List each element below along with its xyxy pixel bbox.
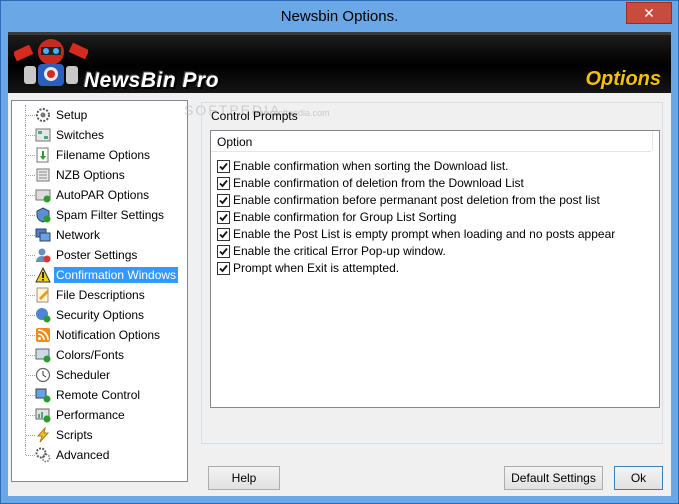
checkmark-icon xyxy=(219,247,228,256)
tree-item-spam-filter-settings[interactable]: Spam Filter Settings xyxy=(12,205,182,225)
rss-icon xyxy=(36,328,50,342)
control-prompts-group: Control Prompts Option Enable confirmati… xyxy=(201,102,663,444)
checkmark-icon xyxy=(219,230,228,239)
colors-fonts-icon xyxy=(35,348,51,363)
tree-item-notification-options[interactable]: Notification Options xyxy=(12,325,182,345)
network-icon xyxy=(35,228,51,242)
file-descriptions-icon xyxy=(36,287,49,303)
options-tree[interactable]: Setup Switches Filename Options NZB Options… xyxy=(11,100,188,482)
checkmark-icon xyxy=(219,213,228,222)
tree-item-scheduler[interactable]: Scheduler xyxy=(12,365,182,385)
tree-item-poster-settings[interactable]: Poster Settings xyxy=(12,245,182,265)
option-checkbox[interactable] xyxy=(217,211,230,224)
close-button[interactable]: ✕ xyxy=(626,2,672,24)
tree-item-autopar-options[interactable]: AutoPAR Options xyxy=(12,185,182,205)
option-label: Enable the Post List is empty prompt whe… xyxy=(233,227,616,241)
tree-item-label: Advanced xyxy=(56,448,110,462)
client-area: NewsBin Pro Options Setup Switches Filenam… xyxy=(8,32,671,496)
list-header[interactable]: Option xyxy=(211,131,653,152)
option-label: Prompt when Exit is attempted. xyxy=(233,261,400,275)
tree-item-remote-control[interactable]: Remote Control xyxy=(12,385,182,405)
tree-item-security-options[interactable]: Security Options xyxy=(12,305,182,325)
warning-icon xyxy=(35,267,51,283)
advanced-gear-icon xyxy=(35,447,51,463)
tree-item-label: Poster Settings xyxy=(56,248,138,262)
brand-logo-text: NewsBin Pro xyxy=(84,69,220,92)
help-button[interactable]: Help xyxy=(208,466,280,490)
default-settings-button[interactable]: Default Settings xyxy=(504,466,603,490)
tree-item-label: Network xyxy=(56,228,101,242)
tree-item-label: NZB Options xyxy=(56,168,125,182)
banner: NewsBin Pro Options xyxy=(8,32,671,93)
option-checkbox[interactable] xyxy=(217,160,230,173)
window-title: Newsbin Options. xyxy=(280,8,399,25)
tree-item-label: Confirmation Windows xyxy=(54,267,179,283)
tree-item-label: Remote Control xyxy=(56,388,141,402)
filename-icon xyxy=(36,147,49,163)
options-list[interactable]: Option Enable confirmation when sorting … xyxy=(210,130,660,408)
tree-item-label: Scheduler xyxy=(56,368,111,382)
tree-item-label: File Descriptions xyxy=(56,288,145,302)
security-icon xyxy=(36,308,51,323)
tree-item-nzb-options[interactable]: NZB Options xyxy=(12,165,182,185)
title-bar[interactable]: Newsbin Options. ✕ xyxy=(1,1,678,32)
nzb-icon xyxy=(36,168,50,182)
tree-item-label: AutoPAR Options xyxy=(56,188,150,202)
tree-item-filename-options[interactable]: Filename Options xyxy=(12,145,182,165)
section-title: Options xyxy=(585,68,661,90)
tree-item-network[interactable]: Network xyxy=(12,225,182,245)
option-label: Enable confirmation before permanant pos… xyxy=(233,193,600,207)
tree-item-label: Scripts xyxy=(56,428,93,442)
tree-item-label: Filename Options xyxy=(56,148,151,162)
tree-item-file-descriptions[interactable]: File Descriptions xyxy=(12,285,182,305)
option-checkbox[interactable] xyxy=(217,194,230,207)
robot-mascot-icon xyxy=(14,39,88,86)
group-label: Control Prompts xyxy=(211,109,298,123)
tree-item-performance[interactable]: Performance xyxy=(12,405,182,425)
tree-item-label: Colors/Fonts xyxy=(56,348,125,362)
ok-button[interactable]: Ok xyxy=(614,466,663,490)
option-label: Enable confirmation for Group List Sorti… xyxy=(233,210,457,224)
option-label: Enable confirmation when sorting the Dow… xyxy=(233,159,509,173)
switches-icon xyxy=(35,128,51,142)
tree-item-label: Performance xyxy=(56,408,125,422)
clock-icon xyxy=(35,367,51,383)
spam-filter-icon xyxy=(36,207,51,223)
checkmark-icon xyxy=(219,179,228,188)
tree-item-advanced[interactable]: Advanced xyxy=(12,445,182,465)
tree-item-label: Notification Options xyxy=(56,328,161,342)
checkmark-icon xyxy=(219,162,228,171)
gear-icon xyxy=(36,108,50,122)
options-window: Newsbin Options. ✕ NewsBin Pro Options S… xyxy=(0,0,679,504)
tree-item-setup[interactable]: Setup xyxy=(12,105,182,125)
checkmark-icon xyxy=(219,264,228,273)
tree-item-label: Spam Filter Settings xyxy=(56,208,165,222)
option-checkbox[interactable] xyxy=(217,262,230,275)
remote-control-icon xyxy=(35,388,51,403)
performance-icon xyxy=(35,408,51,423)
option-label: Enable the critical Error Pop-up window. xyxy=(233,244,446,258)
tree-item-switches[interactable]: Switches xyxy=(12,125,182,145)
autopar-icon xyxy=(35,189,51,203)
poster-icon xyxy=(36,248,51,263)
checkmark-icon xyxy=(219,196,228,205)
tree-item-label: Switches xyxy=(56,128,105,142)
column-header-option[interactable]: Option xyxy=(217,135,252,149)
option-checkbox[interactable] xyxy=(217,228,230,241)
option-label: Enable confirmation of deletion from the… xyxy=(233,176,524,190)
tree-item-colors-fonts[interactable]: Colors/Fonts xyxy=(12,345,182,365)
tree-item-confirmation-windows[interactable]: Confirmation Windows xyxy=(12,265,182,285)
tree-item-scripts[interactable]: Scripts xyxy=(12,425,182,445)
option-checkbox[interactable] xyxy=(217,177,230,190)
lightning-icon xyxy=(36,427,50,443)
tree-item-label: Security Options xyxy=(56,308,145,322)
tree-item-label: Setup xyxy=(56,108,88,122)
option-checkbox[interactable] xyxy=(217,245,230,258)
